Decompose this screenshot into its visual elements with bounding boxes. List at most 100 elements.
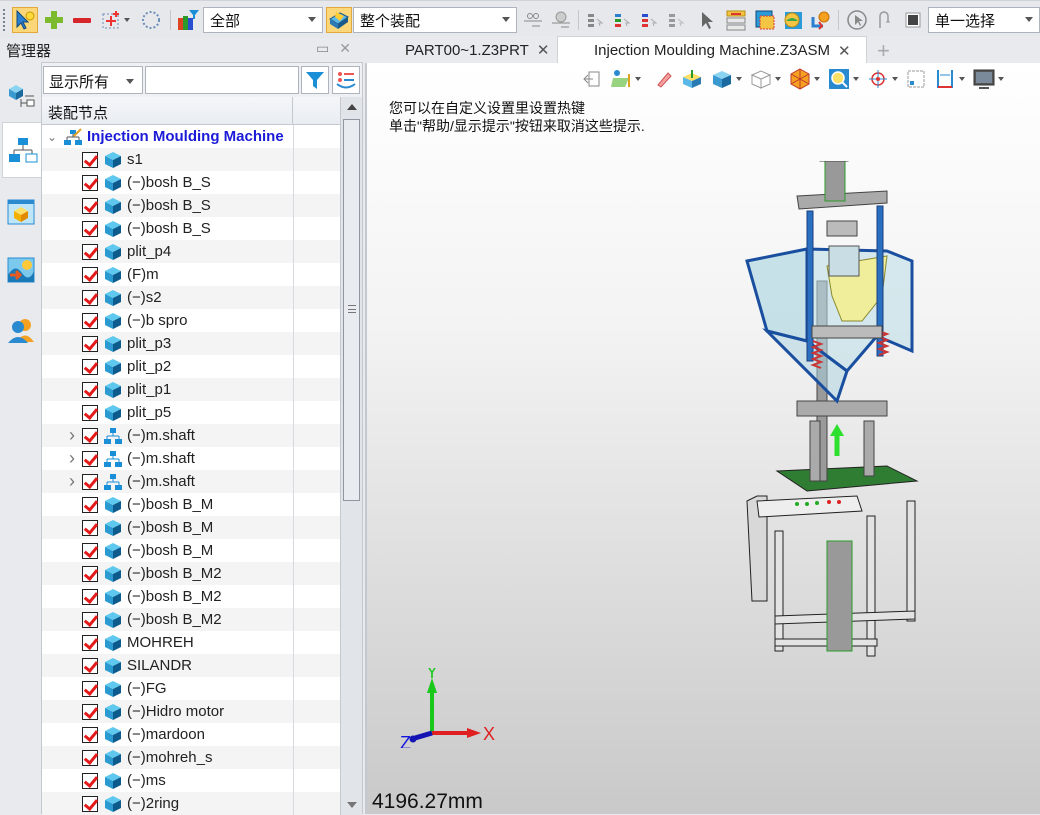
select-pick-button[interactable] [12,7,38,33]
visibility-checkbox[interactable] [82,289,98,306]
tree-item-part[interactable]: plit_p4 [42,240,340,263]
ref-link-button[interactable] [522,7,544,33]
tree-item-part[interactable]: (−)Hidro motor [42,700,340,723]
visibility-checkbox[interactable] [82,749,98,766]
chevron-down-icon[interactable]: ⌄ [46,130,58,144]
tree-item-part[interactable]: (−)s2 [42,286,340,309]
hook-button[interactable] [873,7,895,33]
globe-select-button[interactable] [781,7,805,33]
visibility-checkbox[interactable] [82,519,98,536]
visibility-checkbox[interactable] [82,151,98,168]
visibility-checkbox[interactable] [82,335,98,352]
visibility-checkbox[interactable] [82,266,98,283]
side-tab-image[interactable] [3,242,39,298]
visibility-checkbox[interactable] [82,404,98,421]
tree-item-part[interactable]: MOHREH [42,631,340,654]
tab-part00[interactable]: PART00~1.Z3PRT ✕ [395,36,559,64]
layer-list-button[interactable] [724,7,748,33]
tree-search-input[interactable] [145,66,299,94]
scroll-thumb[interactable] [343,119,360,501]
ref-time-button[interactable] [550,7,572,33]
visibility-checkbox[interactable] [82,542,98,559]
tree-item-part[interactable]: (−)bosh B_M [42,493,340,516]
shaded-view-button[interactable] [711,68,742,90]
circle-select-button[interactable] [138,7,164,33]
visibility-checkbox[interactable] [82,657,98,674]
compass-button[interactable] [845,7,869,33]
side-tab-part-view[interactable] [3,184,39,240]
list-settings-button[interactable] [332,66,360,94]
visibility-checkbox[interactable] [82,611,98,628]
tree-item-part[interactable]: (−)b spro [42,309,340,332]
tree-item-part[interactable]: SILANDR [42,654,340,677]
settings-select-button[interactable] [809,7,833,33]
box-select-button[interactable] [98,7,132,33]
list-select-4-button[interactable] [666,7,688,33]
selection-mode-combo[interactable]: 单一选择 [928,7,1040,33]
toolbar-grip[interactable] [3,9,6,31]
display-filter-combo[interactable]: 显示所有 [43,66,143,94]
visibility-checkbox[interactable] [82,427,98,444]
tree-item-part[interactable]: plit_p5 [42,401,340,424]
close-icon[interactable]: ✕ [339,40,351,57]
visibility-checkbox[interactable] [82,312,98,329]
remove-button[interactable] [70,7,94,33]
visibility-checkbox[interactable] [82,565,98,582]
tree-item-part[interactable]: (−)bosh B_S [42,171,340,194]
tree-item-part[interactable]: (−)bosh B_M2 [42,585,340,608]
visibility-checkbox[interactable] [82,588,98,605]
visibility-checkbox[interactable] [82,358,98,375]
visibility-checkbox[interactable] [82,197,98,214]
list-select-1-button[interactable] [585,7,607,33]
visibility-checkbox[interactable] [82,473,98,490]
chevron-right-icon[interactable]: › [66,471,78,491]
view-frame-button[interactable] [906,69,926,89]
visibility-checkbox[interactable] [82,795,98,812]
tree-item-part[interactable]: (−)bosh B_M2 [42,608,340,631]
zoom-fit-button[interactable] [828,68,859,90]
scroll-down-icon[interactable] [347,802,357,808]
visibility-checkbox[interactable] [82,680,98,697]
filter-combo[interactable]: 全部 [203,7,323,33]
visibility-checkbox[interactable] [82,496,98,513]
visibility-checkbox[interactable] [82,450,98,467]
tree-item-subassembly[interactable]: › (−)m.shaft [42,470,340,493]
visibility-checkbox[interactable] [82,243,98,260]
sketch-plane-button[interactable] [610,68,641,90]
tree-scrollbar[interactable] [340,97,362,815]
column-assembly-node[interactable]: 装配节点 [42,97,293,125]
visibility-checkbox[interactable] [82,634,98,651]
tree-item-part[interactable]: (−)FG [42,677,340,700]
scope-combo[interactable]: 整个装配 [353,7,517,33]
tree-item-part[interactable]: (−)mohreh_s [42,746,340,769]
square-button[interactable] [902,7,924,33]
window-select-button[interactable] [753,7,777,33]
tree-item-part[interactable]: (−)bosh B_M [42,539,340,562]
tree-item-part[interactable]: (F)m [42,263,340,286]
side-tab-assembly[interactable] [2,122,42,178]
tab-injection-moulding-machine[interactable]: Injection Moulding Machine.Z3ASM ✕ [557,36,867,64]
rotate-center-button[interactable] [867,68,898,90]
tree-item-part[interactable]: (−)bosh B_S [42,217,340,240]
filter-button[interactable] [301,66,329,94]
display-button[interactable] [973,68,1004,90]
tree-item-part[interactable]: s1 [42,148,340,171]
tree-item-part[interactable]: plit_p1 [42,378,340,401]
color-filter-button[interactable] [176,7,200,33]
close-tab-icon[interactable]: ✕ [838,42,851,60]
visibility-checkbox[interactable] [82,174,98,191]
chevron-right-icon[interactable]: › [66,448,78,468]
tree-item-part[interactable]: (−)bosh B_S [42,194,340,217]
pointer-button[interactable] [696,7,718,33]
eraser-button[interactable] [655,70,673,88]
visibility-checkbox[interactable] [82,703,98,720]
tree-item-part[interactable]: plit_p2 [42,355,340,378]
3d-viewport[interactable]: 您可以在自定义设置里设置热键 单击"帮助/显示提示"按钮来取消这些提示. Y X… [365,63,1040,814]
wireframe-view-button[interactable] [750,68,781,90]
scroll-up-icon[interactable] [347,104,357,110]
tree-item-subassembly[interactable]: › (−)m.shaft [42,424,340,447]
tree-item-part[interactable]: (−)ms [42,769,340,792]
close-tab-icon[interactable]: ✕ [537,41,550,59]
side-tab-users[interactable] [3,302,39,358]
add-button[interactable] [42,7,66,33]
